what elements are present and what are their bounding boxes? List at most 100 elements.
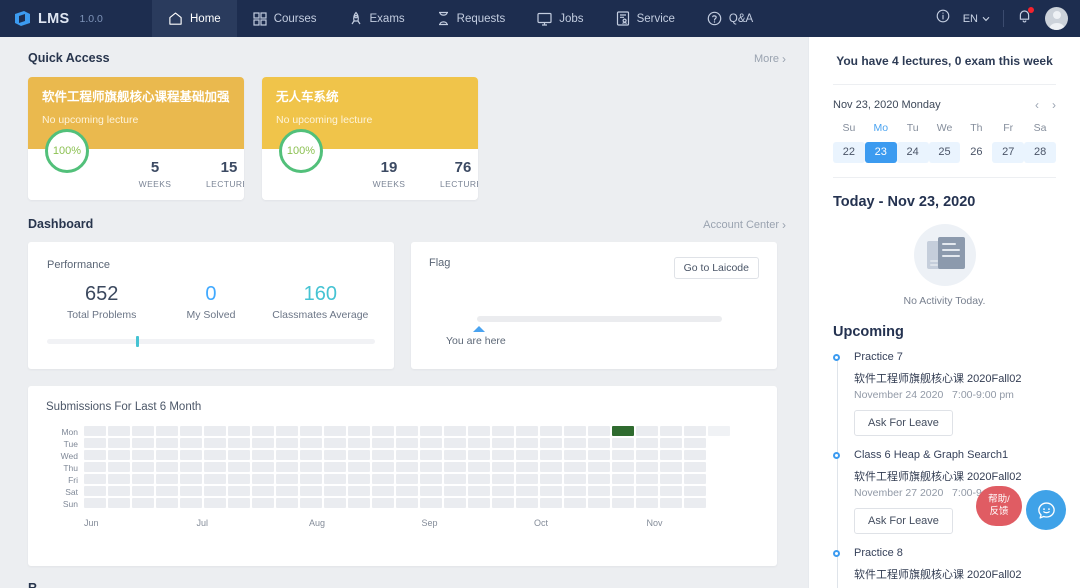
- heatmap-cell[interactable]: [636, 474, 658, 484]
- heatmap-cell[interactable]: [516, 474, 538, 484]
- nav-item-home[interactable]: Home: [152, 0, 237, 37]
- heatmap-cell[interactable]: [684, 450, 706, 460]
- heatmap-cell[interactable]: [156, 498, 178, 508]
- heatmap-cell[interactable]: [540, 426, 562, 436]
- heatmap-cell[interactable]: [612, 462, 634, 472]
- heatmap-cell[interactable]: [444, 438, 466, 448]
- heatmap-cell[interactable]: [252, 462, 274, 472]
- heatmap-cell[interactable]: [132, 462, 154, 472]
- heatmap-cell[interactable]: [180, 462, 202, 472]
- heatmap-cell[interactable]: [708, 450, 730, 460]
- heatmap-cell[interactable]: [204, 474, 226, 484]
- heatmap-cell[interactable]: [492, 474, 514, 484]
- heatmap-cell[interactable]: [132, 426, 154, 436]
- heatmap-cell[interactable]: [348, 486, 370, 496]
- heatmap-cell[interactable]: [684, 486, 706, 496]
- heatmap-cell[interactable]: [108, 462, 130, 472]
- heatmap-cell[interactable]: [228, 450, 250, 460]
- upcoming-item-name[interactable]: Practice 7: [854, 351, 1056, 363]
- nav-item-exams[interactable]: Exams: [333, 0, 421, 37]
- heatmap-cell[interactable]: [396, 450, 418, 460]
- heatmap-cell[interactable]: [564, 426, 586, 436]
- heatmap-cell[interactable]: [636, 486, 658, 496]
- heatmap-cell[interactable]: [588, 462, 610, 472]
- heatmap-cell[interactable]: [612, 498, 634, 508]
- heatmap-cell[interactable]: [660, 438, 682, 448]
- heatmap-cell[interactable]: [444, 474, 466, 484]
- heatmap-cell[interactable]: [204, 426, 226, 436]
- heatmap-cell[interactable]: [324, 426, 346, 436]
- heatmap-cell[interactable]: [588, 486, 610, 496]
- heatmap-cell[interactable]: [468, 486, 490, 496]
- heatmap-cell[interactable]: [396, 474, 418, 484]
- notifications-button[interactable]: [1017, 7, 1034, 29]
- heatmap-cell[interactable]: [300, 462, 322, 472]
- heatmap-cell[interactable]: [228, 474, 250, 484]
- heatmap-cell[interactable]: [684, 438, 706, 448]
- heatmap-cell[interactable]: [180, 498, 202, 508]
- heatmap-cell[interactable]: [540, 486, 562, 496]
- heatmap-cell[interactable]: [516, 450, 538, 460]
- nav-item-courses[interactable]: Courses: [237, 0, 333, 37]
- heatmap-cell[interactable]: [708, 426, 730, 436]
- heatmap-cell[interactable]: [84, 486, 106, 496]
- quick-access-card[interactable]: 软件工程师旗舰核心课程基础加强 No upcoming lecture 5 WE…: [28, 77, 244, 200]
- heatmap-cell[interactable]: [444, 450, 466, 460]
- heatmap-cell[interactable]: [468, 438, 490, 448]
- heatmap-cell[interactable]: [540, 462, 562, 472]
- heatmap-cell[interactable]: [204, 462, 226, 472]
- heatmap-cell[interactable]: [108, 426, 130, 436]
- calendar-prev-icon[interactable]: ‹: [1035, 98, 1039, 112]
- heatmap-cell[interactable]: [468, 474, 490, 484]
- heatmap-cell[interactable]: [324, 474, 346, 484]
- ask-for-leave-button[interactable]: Ask For Leave: [854, 410, 953, 436]
- heatmap-cell[interactable]: [444, 426, 466, 436]
- heatmap-cell[interactable]: [252, 486, 274, 496]
- heatmap-cell[interactable]: [660, 498, 682, 508]
- heatmap-cell[interactable]: [156, 438, 178, 448]
- nav-item-jobs[interactable]: Jobs: [521, 0, 599, 37]
- heatmap-cell[interactable]: [204, 450, 226, 460]
- brand-logo[interactable]: LMS 1.0.0: [0, 0, 152, 37]
- heatmap-cell[interactable]: [708, 462, 730, 472]
- heatmap-cell[interactable]: [324, 438, 346, 448]
- heatmap-cell[interactable]: [492, 450, 514, 460]
- heatmap-cell[interactable]: [396, 438, 418, 448]
- heatmap-cell[interactable]: [444, 498, 466, 508]
- heatmap-cell[interactable]: [660, 462, 682, 472]
- heatmap-cell[interactable]: [252, 498, 274, 508]
- heatmap-cell[interactable]: [324, 498, 346, 508]
- heatmap-cell[interactable]: [108, 450, 130, 460]
- heatmap-cell[interactable]: [300, 486, 322, 496]
- heatmap-cell[interactable]: [228, 426, 250, 436]
- heatmap-cell[interactable]: [324, 450, 346, 460]
- nav-item-requests[interactable]: Requests: [421, 0, 522, 37]
- heatmap-cell[interactable]: [204, 438, 226, 448]
- heatmap-cell[interactable]: [252, 474, 274, 484]
- heatmap-cell[interactable]: [228, 438, 250, 448]
- heatmap-cell[interactable]: [300, 450, 322, 460]
- heatmap-cell[interactable]: [372, 438, 394, 448]
- heatmap-cell[interactable]: [84, 450, 106, 460]
- calendar-day-24[interactable]: 24: [896, 142, 929, 163]
- heatmap-cell[interactable]: [276, 486, 298, 496]
- calendar-day-28[interactable]: 28: [1024, 142, 1057, 163]
- heatmap-cell[interactable]: [708, 438, 730, 448]
- heatmap-cell[interactable]: [132, 486, 154, 496]
- heatmap-cell[interactable]: [540, 498, 562, 508]
- calendar-day-22[interactable]: 22: [833, 142, 865, 163]
- heatmap-cell[interactable]: [108, 438, 130, 448]
- heatmap-cell[interactable]: [468, 498, 490, 508]
- heatmap-cell[interactable]: [468, 426, 490, 436]
- heatmap-cell[interactable]: [564, 450, 586, 460]
- heatmap-cell[interactable]: [372, 426, 394, 436]
- heatmap-cell[interactable]: [636, 498, 658, 508]
- heatmap-cell[interactable]: [444, 486, 466, 496]
- heatmap-cell[interactable]: [612, 486, 634, 496]
- heatmap-cell[interactable]: [612, 474, 634, 484]
- heatmap-cell[interactable]: [540, 474, 562, 484]
- heatmap-cell[interactable]: [468, 450, 490, 460]
- heatmap-cell[interactable]: [108, 498, 130, 508]
- heatmap-cell[interactable]: [564, 438, 586, 448]
- heatmap-cell[interactable]: [636, 426, 658, 436]
